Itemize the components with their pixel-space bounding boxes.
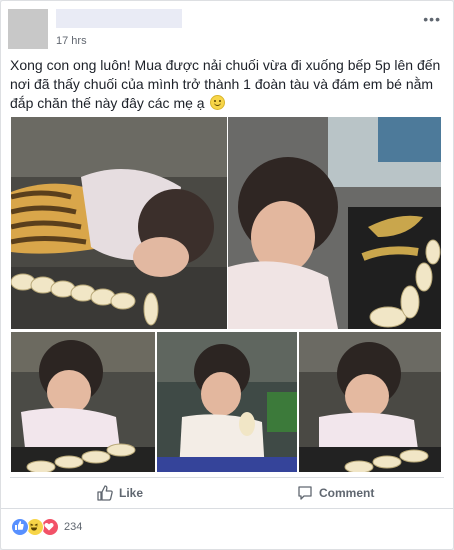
thumbs-up-icon [97,485,113,501]
author-name-redacted[interactable] [56,9,182,28]
post-photo-4[interactable] [157,332,297,472]
post-timestamp[interactable]: 17 hrs [56,35,87,47]
like-button[interactable]: Like [97,482,143,504]
reaction-count[interactable]: 234 [64,521,82,533]
smile-emoji-icon [210,95,226,110]
post-photo-3[interactable] [11,332,155,472]
reactions-summary[interactable]: 234 [11,518,82,536]
divider [10,477,444,478]
post-text: Xong con ong luôn! Mua được nải chuối vừ… [10,56,446,113]
post-body: Xong con ong luôn! Mua được nải chuối vừ… [10,57,441,111]
comment-bubble-icon [298,486,312,500]
like-reaction-icon [11,518,29,536]
divider [1,508,453,509]
post-photo-5[interactable] [299,332,441,472]
post-photo-2[interactable] [228,117,441,329]
post-options-icon[interactable]: ••• [423,11,441,27]
post-card: 17 hrs ••• Xong con ong luôn! Mua được n… [0,0,454,550]
comment-label: Comment [319,486,375,500]
avatar[interactable] [8,9,48,49]
like-label: Like [119,486,144,500]
post-photo-1[interactable] [11,117,227,329]
comment-button[interactable]: Comment [297,482,374,504]
